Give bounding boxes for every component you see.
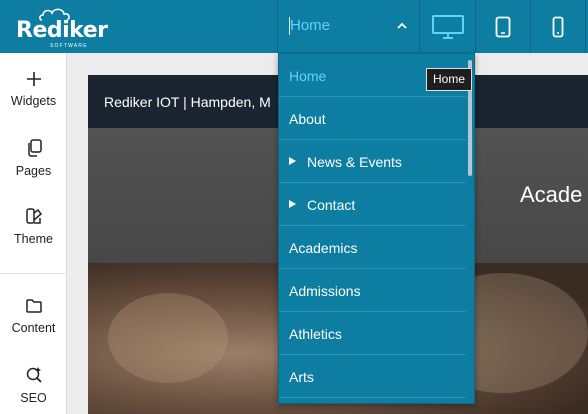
menu-item-label: Academics (289, 240, 358, 256)
sidebar-divider (0, 273, 67, 274)
sidebar-item-widgets[interactable]: Widgets (0, 71, 67, 108)
menu-item-label: About (289, 111, 326, 127)
top-toolbar: Rediker SOFTWARE Home (0, 0, 588, 53)
desktop-icon (432, 14, 464, 39)
mobile-view-button[interactable] (531, 0, 586, 53)
preview-header-text: Rediker IOT | Hampden, M (104, 94, 271, 110)
desktop-view-button[interactable] (421, 0, 476, 53)
preview-banner-text: Acade (520, 182, 583, 207)
palette-icon (25, 208, 42, 224)
left-sidebar: Widgets Pages Theme Content SEO (0, 53, 67, 414)
mobile-icon (552, 16, 564, 37)
menu-item-news-events[interactable]: News & Events (279, 140, 466, 183)
brand-tagline: SOFTWARE (50, 43, 88, 49)
menu-item-label: Admissions (289, 283, 361, 299)
menu-item-about[interactable]: About (279, 97, 466, 140)
sidebar-item-content[interactable]: Content (0, 298, 67, 335)
folder-icon (25, 299, 42, 313)
menu-item-contact[interactable]: Contact (279, 183, 466, 226)
sidebar-item-theme[interactable]: Theme (0, 207, 67, 246)
menu-item-academics[interactable]: Academics (279, 226, 466, 269)
sidebar-item-label: Theme (14, 232, 53, 246)
menu-item-athletics[interactable]: Athletics (279, 312, 466, 355)
tablet-view-button[interactable] (476, 0, 531, 53)
page-selector-dropdown[interactable]: Home (277, 0, 420, 53)
menu-item-arts[interactable]: Arts (279, 355, 466, 398)
menu-item-label: News & Events (307, 154, 402, 170)
seo-search-icon (26, 367, 42, 383)
brand-name: Rediker (16, 18, 108, 43)
menu-item-label: Home (289, 68, 327, 84)
menu-item-label: Athletics (289, 326, 342, 342)
pages-icon (27, 139, 42, 157)
expand-triangle-icon[interactable] (289, 200, 296, 208)
menu-item-label: Contact (307, 197, 356, 213)
menu-item-admissions[interactable]: Admissions (279, 269, 466, 312)
image-highlight (108, 293, 228, 383)
sidebar-item-label: Pages (15, 164, 52, 178)
sidebar-item-label: SEO (20, 391, 47, 405)
page-selector-value: Home (290, 17, 331, 34)
sidebar-item-seo[interactable]: SEO (0, 366, 67, 405)
page-selector-menu: Home About News & Events Contact Academi… (278, 53, 475, 404)
plus-icon (26, 72, 41, 86)
tablet-icon (495, 16, 511, 37)
expand-triangle-icon[interactable] (289, 157, 296, 165)
menu-item-label: Arts (289, 369, 314, 385)
sidebar-item-label: Content (11, 321, 56, 335)
rediker-logo[interactable]: Rediker SOFTWARE (14, 6, 108, 49)
tooltip: Home (426, 68, 473, 91)
sidebar-item-pages[interactable]: Pages (0, 139, 67, 178)
sidebar-item-label: Widgets (10, 94, 57, 108)
chevron-up-icon[interactable] (396, 20, 408, 32)
